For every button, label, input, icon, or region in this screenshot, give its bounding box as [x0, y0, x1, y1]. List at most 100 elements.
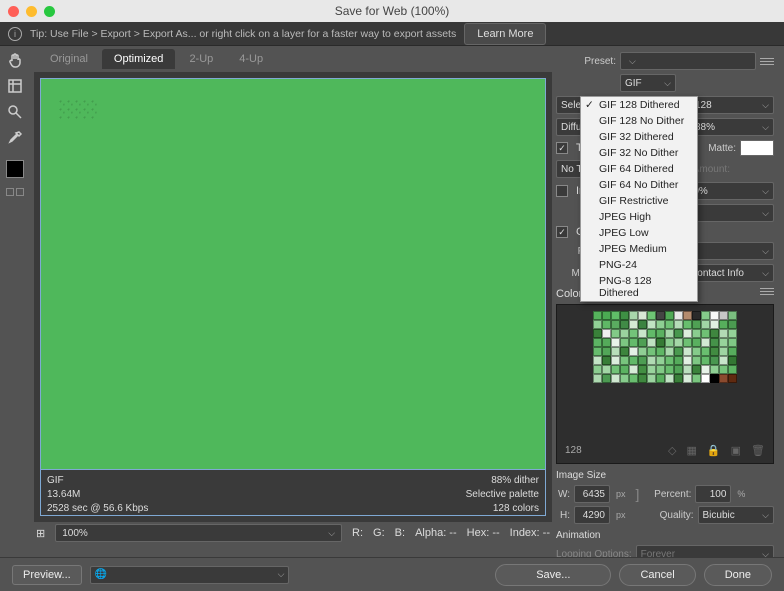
color-swatch[interactable] [656, 338, 665, 347]
color-swatch[interactable] [629, 338, 638, 347]
color-swatch[interactable] [638, 320, 647, 329]
color-swatch[interactable] [701, 329, 710, 338]
color-swatch[interactable] [728, 311, 737, 320]
color-swatch[interactable] [665, 347, 674, 356]
preset-select[interactable] [620, 52, 756, 70]
color-swatch[interactable] [728, 320, 737, 329]
color-swatch[interactable] [611, 365, 620, 374]
color-swatch[interactable] [620, 374, 629, 383]
preset-option[interactable]: GIF 64 Dithered [581, 161, 697, 177]
slice-tool[interactable] [5, 76, 25, 96]
color-swatch[interactable] [647, 356, 656, 365]
color-table-menu-icon[interactable] [760, 288, 774, 300]
color-swatch[interactable] [674, 338, 683, 347]
color-swatch[interactable] [611, 347, 620, 356]
tab-4up[interactable]: 4-Up [227, 49, 275, 69]
color-swatch[interactable] [665, 311, 674, 320]
color-swatch[interactable] [602, 347, 611, 356]
transparency-checkbox[interactable] [556, 142, 568, 154]
color-swatch[interactable] [710, 365, 719, 374]
color-swatch[interactable] [692, 347, 701, 356]
percent-field[interactable] [695, 485, 731, 503]
color-swatch[interactable] [683, 320, 692, 329]
color-swatch[interactable] [602, 311, 611, 320]
color-swatch[interactable] [593, 347, 602, 356]
color-swatch[interactable] [692, 374, 701, 383]
color-swatch[interactable] [710, 338, 719, 347]
color-swatch[interactable] [728, 329, 737, 338]
color-swatch[interactable] [683, 329, 692, 338]
color-swatch[interactable] [674, 320, 683, 329]
color-swatch[interactable] [620, 365, 629, 374]
color-swatch[interactable] [629, 374, 638, 383]
color-swatch[interactable] [629, 365, 638, 374]
preset-option[interactable]: GIF 32 No Dither [581, 145, 697, 161]
color-swatch[interactable] [674, 329, 683, 338]
toggle-slice-visibility-b[interactable] [16, 188, 24, 196]
preset-menu-icon[interactable] [760, 58, 774, 65]
color-swatch[interactable] [593, 338, 602, 347]
color-swatch[interactable] [701, 320, 710, 329]
shift-websafe-icon[interactable]: ▦ [687, 444, 697, 457]
color-swatch[interactable] [665, 320, 674, 329]
color-swatch[interactable] [638, 374, 647, 383]
preset-option[interactable]: JPEG High [581, 209, 697, 225]
color-swatch[interactable] [719, 365, 728, 374]
color-swatch[interactable] [683, 347, 692, 356]
color-swatch[interactable] [656, 311, 665, 320]
color-swatch[interactable] [683, 338, 692, 347]
color-swatches[interactable] [593, 311, 737, 383]
grid-icon[interactable]: ⊞ [36, 527, 45, 540]
preview-button[interactable]: Preview... [12, 565, 82, 585]
color-swatch[interactable] [710, 320, 719, 329]
color-swatch[interactable] [692, 356, 701, 365]
color-swatch[interactable] [647, 365, 656, 374]
eyedropper-tool[interactable] [5, 128, 25, 148]
format-select[interactable]: GIF [620, 74, 676, 92]
color-swatch[interactable] [611, 329, 620, 338]
color-swatch[interactable] [593, 365, 602, 374]
preset-option[interactable]: GIF 128 Dithered [581, 97, 697, 113]
color-swatch[interactable] [674, 311, 683, 320]
color-swatch[interactable] [665, 329, 674, 338]
preset-dropdown[interactable]: GIF 128 DitheredGIF 128 No Dither GIF 32 … [580, 96, 698, 302]
color-swatch[interactable] [719, 356, 728, 365]
color-swatch[interactable] [701, 356, 710, 365]
color-swatch[interactable] [647, 338, 656, 347]
color-swatch[interactable] [710, 374, 719, 383]
color-swatch[interactable] [683, 365, 692, 374]
color-swatch[interactable] [620, 338, 629, 347]
color-swatch[interactable] [629, 320, 638, 329]
color-swatch[interactable] [620, 311, 629, 320]
color-swatch[interactable] [620, 347, 629, 356]
color-swatch[interactable] [701, 311, 710, 320]
height-field[interactable] [574, 506, 610, 524]
color-swatch[interactable] [692, 365, 701, 374]
color-swatch[interactable] [647, 329, 656, 338]
color-swatch[interactable] [602, 356, 611, 365]
color-swatch[interactable] [638, 365, 647, 374]
color-swatch[interactable] [665, 356, 674, 365]
color-swatch[interactable] [719, 320, 728, 329]
preset-option[interactable]: PNG-24 [581, 257, 697, 273]
color-swatch[interactable] [701, 347, 710, 356]
zoom-window-button[interactable] [44, 6, 55, 17]
map-transparent-icon[interactable]: ◇ [668, 444, 676, 457]
done-button[interactable]: Done [704, 564, 772, 586]
color-swatch[interactable] [656, 347, 665, 356]
preset-option[interactable]: GIF 128 No Dither [581, 113, 697, 129]
cancel-button[interactable]: Cancel [619, 564, 695, 586]
color-swatch[interactable] [647, 320, 656, 329]
color-swatch[interactable] [647, 374, 656, 383]
preset-option[interactable]: JPEG Low [581, 225, 697, 241]
color-swatch[interactable] [665, 365, 674, 374]
color-swatch[interactable] [629, 347, 638, 356]
color-swatch[interactable] [710, 347, 719, 356]
color-swatch[interactable] [683, 374, 692, 383]
color-swatch[interactable] [611, 338, 620, 347]
color-swatch[interactable] [728, 347, 737, 356]
color-swatch[interactable] [728, 374, 737, 383]
color-swatch[interactable] [638, 311, 647, 320]
color-swatch[interactable] [701, 374, 710, 383]
color-swatch[interactable] [728, 356, 737, 365]
